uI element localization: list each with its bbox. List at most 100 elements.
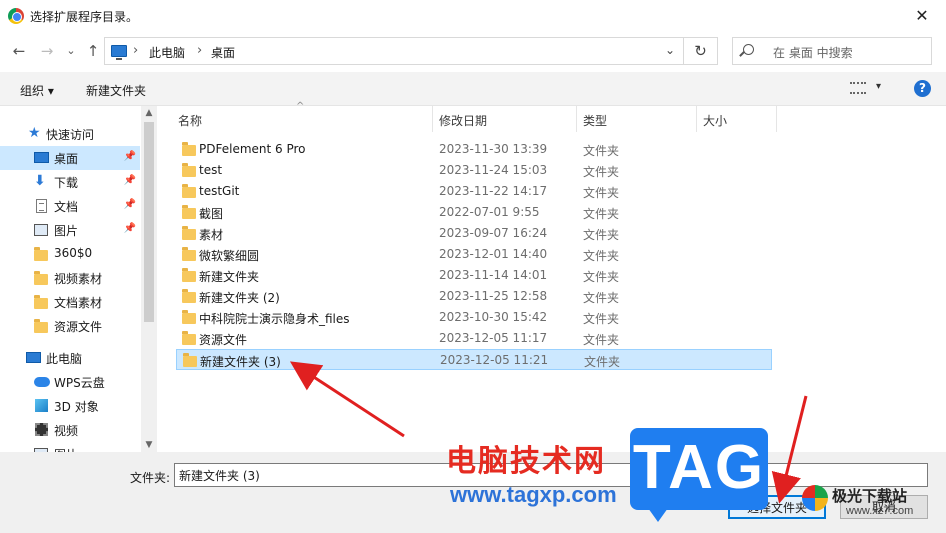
file-name: 资源文件: [199, 333, 248, 347]
file-date: 2023-11-25 12:58: [439, 289, 548, 303]
folder-icon: [183, 353, 197, 367]
recent-locations-icon[interactable]: ⌄: [62, 42, 80, 60]
arrow-to-selected-folder: [289, 361, 405, 438]
sidebar-scrollbar[interactable]: ▲ ▼: [141, 106, 157, 452]
file-row-selected[interactable]: 新建文件夹 (3) 2023-12-05 11:21 文件夹: [176, 349, 772, 370]
file-row[interactable]: testGit 2023-11-22 14:17 文件夹: [176, 181, 772, 202]
file-type: 文件夹: [583, 249, 620, 263]
sidebar-item-videos[interactable]: 视频: [0, 418, 140, 442]
sidebar-item-desktop[interactable]: 桌面 📌: [0, 146, 140, 170]
file-type: 文件夹: [583, 270, 620, 284]
file-name: test: [199, 163, 223, 177]
folder-icon: [182, 310, 196, 324]
sidebar-item-label: 下载: [54, 176, 79, 190]
scroll-down-icon[interactable]: ▼: [141, 438, 157, 452]
file-row[interactable]: 新建文件夹 2023-11-14 14:01 文件夹: [176, 265, 772, 286]
sidebar-item-label: 图片: [54, 224, 79, 238]
back-arrow-icon[interactable]: ←: [10, 42, 28, 60]
file-row[interactable]: test 2023-11-24 15:03 文件夹: [176, 160, 772, 181]
view-options-icon[interactable]: [850, 82, 866, 94]
command-toolbar: 组织 ▾ 新建文件夹 ▾ ?: [0, 72, 946, 106]
chrome-icon: [8, 8, 24, 24]
sidebar-item-label: 3D 对象: [54, 400, 99, 414]
file-type: 文件夹: [583, 228, 620, 242]
desktop-icon: [34, 152, 49, 163]
sidebar-item-this-pc[interactable]: 此电脑: [0, 346, 140, 370]
sidebar-item-documents[interactable]: 文档 📌: [0, 194, 140, 218]
file-type: 文件夹: [583, 186, 620, 200]
chevron-down-icon[interactable]: ⌄: [665, 43, 675, 57]
sidebar-item-3d-objects[interactable]: 3D 对象: [0, 394, 140, 418]
sidebar-item-wps-cloud[interactable]: WPS云盘: [0, 370, 140, 394]
breadcrumb-this-pc[interactable]: 此电脑: [149, 44, 185, 61]
file-row[interactable]: PDFelement 6 Pro 2023-11-30 13:39 文件夹: [176, 139, 772, 160]
file-date: 2023-11-30 13:39: [439, 142, 548, 156]
column-type[interactable]: 类型: [583, 112, 607, 129]
folder-icon: [34, 295, 48, 309]
watermark-text: 电脑技术网: [446, 444, 606, 479]
forward-arrow-icon[interactable]: →: [38, 42, 56, 60]
column-divider[interactable]: [432, 106, 433, 132]
file-date: 2023-10-30 15:42: [439, 310, 548, 324]
up-arrow-icon[interactable]: ↑: [84, 42, 102, 60]
cube-icon: [35, 399, 48, 412]
sidebar-item-resource-files[interactable]: 资源文件: [0, 314, 140, 338]
file-row[interactable]: 截图 2022-07-01 9:55 文件夹: [176, 202, 772, 223]
file-name: 新建文件夹: [199, 270, 260, 284]
file-name: 新建文件夹 (3): [200, 355, 281, 369]
column-divider[interactable]: [696, 106, 697, 132]
address-bar[interactable]: › 此电脑 › 桌面 ⌄: [104, 37, 684, 65]
refresh-button[interactable]: ↻: [684, 37, 718, 65]
file-date: 2023-12-01 14:40: [439, 247, 548, 261]
sidebar-item-label: 视频素材: [54, 272, 103, 286]
organize-menu-button[interactable]: 组织 ▾: [20, 82, 54, 99]
download-icon: ⬇: [34, 173, 46, 189]
column-date[interactable]: 修改日期: [439, 112, 487, 129]
file-row[interactable]: 微软繁细圆 2023-12-01 14:40 文件夹: [176, 244, 772, 265]
navigation-bar: ← → ⌄ ↑ › 此电脑 › 桌面 ⌄ ↻ 在 桌面 中搜索: [0, 32, 946, 70]
search-placeholder: 在 桌面 中搜索: [773, 46, 853, 60]
sidebar-item-360[interactable]: 360$0: [0, 242, 140, 266]
sidebar-item-doc-material[interactable]: 文档素材: [0, 290, 140, 314]
sidebar-item-video-material[interactable]: 视频素材: [0, 266, 140, 290]
sidebar-item-quick-access[interactable]: ★ 快速访问: [0, 122, 140, 146]
column-divider[interactable]: [576, 106, 577, 132]
site-logo-icon: [802, 485, 828, 511]
sidebar-item-label: 资源文件: [54, 320, 103, 334]
computer-icon: [111, 45, 127, 60]
search-box[interactable]: 在 桌面 中搜索: [732, 37, 932, 65]
file-type: 文件夹: [583, 207, 620, 221]
sidebar-item-pictures-pc[interactable]: 图片: [0, 442, 140, 452]
column-size[interactable]: 大小: [703, 112, 727, 129]
file-name: 截图: [199, 207, 224, 221]
scroll-up-icon[interactable]: ▲: [141, 106, 157, 120]
folder-field-label: 文件夹:: [130, 471, 171, 485]
file-row[interactable]: 资源文件 2023-12-05 11:17 文件夹: [176, 328, 772, 349]
file-row[interactable]: 新建文件夹 (2) 2023-11-25 12:58 文件夹: [176, 286, 772, 307]
folder-icon: [182, 331, 196, 345]
folder-icon: [182, 205, 196, 219]
folder-icon: [182, 247, 196, 261]
close-icon[interactable]: ✕: [910, 4, 934, 28]
column-divider[interactable]: [776, 106, 777, 132]
breadcrumb-desktop[interactable]: 桌面: [211, 44, 235, 61]
sidebar-item-downloads[interactable]: ⬇ 下载 📌: [0, 170, 140, 194]
sidebar-item-label: 桌面: [54, 152, 79, 166]
view-caret-icon[interactable]: ▾: [876, 81, 881, 92]
pin-icon: 📌: [123, 175, 136, 186]
scrollbar-thumb[interactable]: [144, 122, 154, 322]
column-name[interactable]: 名称: [178, 112, 202, 129]
file-name: 新建文件夹 (2): [199, 291, 280, 305]
file-type: 文件夹: [583, 165, 620, 179]
file-name: 素材: [199, 228, 224, 242]
computer-icon: [26, 352, 41, 363]
file-name: PDFelement 6 Pro: [199, 142, 306, 156]
video-icon: [35, 423, 48, 436]
help-icon[interactable]: ?: [914, 80, 931, 97]
window-title: 选择扩展程序目录。: [30, 10, 139, 24]
sidebar-item-pictures[interactable]: 图片 📌: [0, 218, 140, 242]
file-row[interactable]: 素材 2023-09-07 16:24 文件夹: [176, 223, 772, 244]
folder-icon: [182, 142, 196, 156]
new-folder-button[interactable]: 新建文件夹: [86, 82, 146, 99]
file-row[interactable]: 中科院院士演示隐身术_files 2023-10-30 15:42 文件夹: [176, 307, 772, 328]
